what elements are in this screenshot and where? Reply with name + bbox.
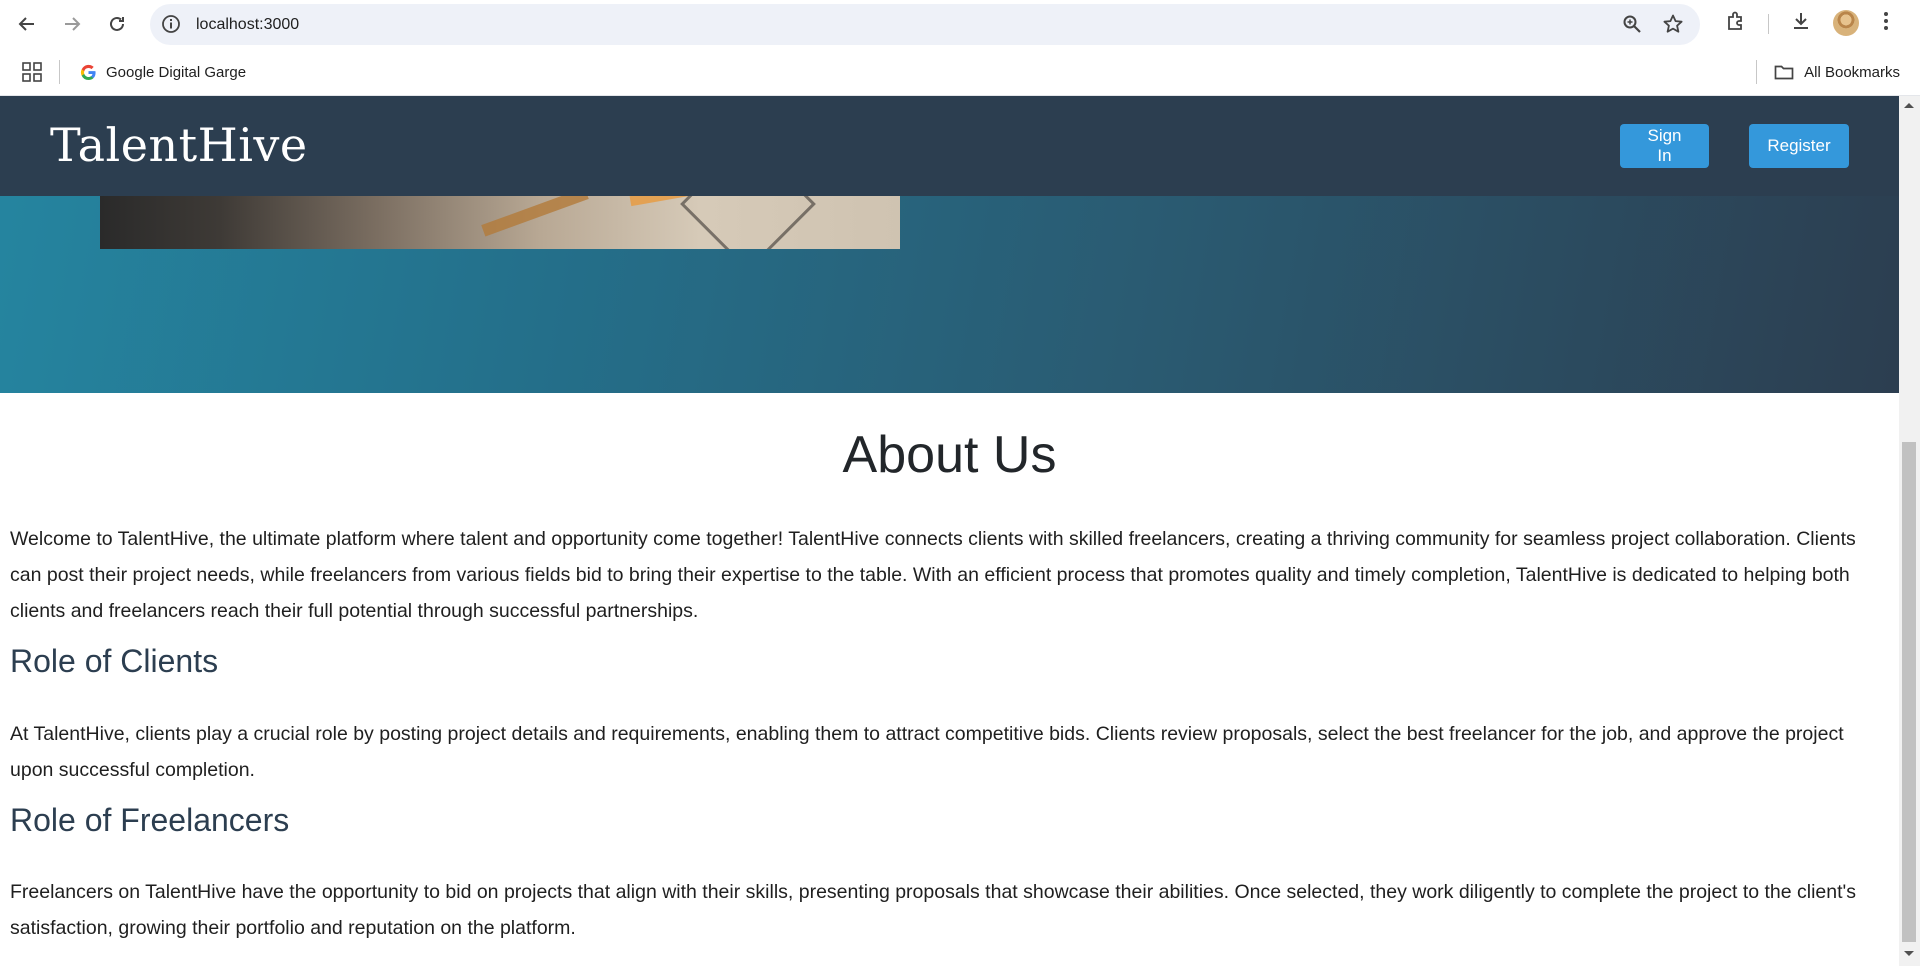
forward-button[interactable]	[56, 8, 88, 40]
freelancers-heading: Role of Freelancers	[10, 802, 290, 838]
folder-icon	[1774, 65, 1794, 80]
scroll-down-arrow-icon[interactable]	[1904, 951, 1914, 956]
register-button[interactable]: Register	[1749, 124, 1849, 168]
page-viewport: TalentHive Sign In Register About Us Wel…	[0, 96, 1899, 966]
toolbar-divider	[1768, 14, 1769, 34]
freelancers-text: Freelancers on TalentHive have the oppor…	[10, 881, 1857, 939]
back-button[interactable]	[11, 8, 43, 40]
sign-in-button[interactable]: Sign In	[1620, 124, 1709, 168]
site-navbar: TalentHive Sign In Register	[0, 96, 1899, 196]
zoom-icon[interactable]	[1622, 14, 1642, 34]
bookmarks-bar: Google Digital Garge All Bookmarks	[0, 48, 1920, 96]
extensions-icon[interactable]	[1725, 10, 1747, 32]
about-intro-text: Welcome to TalentHive, the ultimate plat…	[10, 528, 1856, 622]
bookmarks-divider	[59, 60, 60, 84]
browser-toolbar: localhost:3000	[0, 0, 1920, 48]
scroll-up-arrow-icon[interactable]	[1904, 103, 1914, 108]
page-scrollbar[interactable]	[1899, 96, 1920, 966]
about-title: About Us	[842, 426, 1057, 484]
bookmark-star-icon[interactable]	[1662, 13, 1684, 35]
profile-avatar[interactable]	[1833, 10, 1859, 36]
apps-grid-icon[interactable]	[22, 62, 42, 82]
arrow-right-icon	[65, 17, 81, 31]
more-menu-icon[interactable]	[1882, 10, 1890, 32]
arrow-left-icon	[18, 17, 34, 31]
all-bookmarks-button[interactable]: All Bookmarks	[1774, 60, 1900, 84]
bookmark-label: Google Digital Garge	[106, 63, 247, 81]
clients-heading: Role of Clients	[10, 643, 219, 679]
google-icon	[80, 64, 96, 80]
site-info-icon[interactable]	[160, 13, 182, 35]
reload-icon	[110, 16, 124, 31]
reload-button[interactable]	[101, 8, 133, 40]
clients-text: At TalentHive, clients play a crucial ro…	[10, 723, 1844, 781]
bookmarks-divider-right	[1756, 60, 1757, 84]
download-icon[interactable]	[1790, 10, 1812, 32]
address-bar[interactable]: localhost:3000	[150, 4, 1700, 45]
url-text[interactable]: localhost:3000	[196, 16, 299, 34]
scrollbar-thumb[interactable]	[1902, 442, 1916, 942]
brand-logo[interactable]: TalentHive	[50, 118, 308, 172]
bookmark-google-digital-garage[interactable]: Google Digital Garge	[80, 60, 246, 84]
all-bookmarks-label: All Bookmarks	[1804, 63, 1900, 81]
